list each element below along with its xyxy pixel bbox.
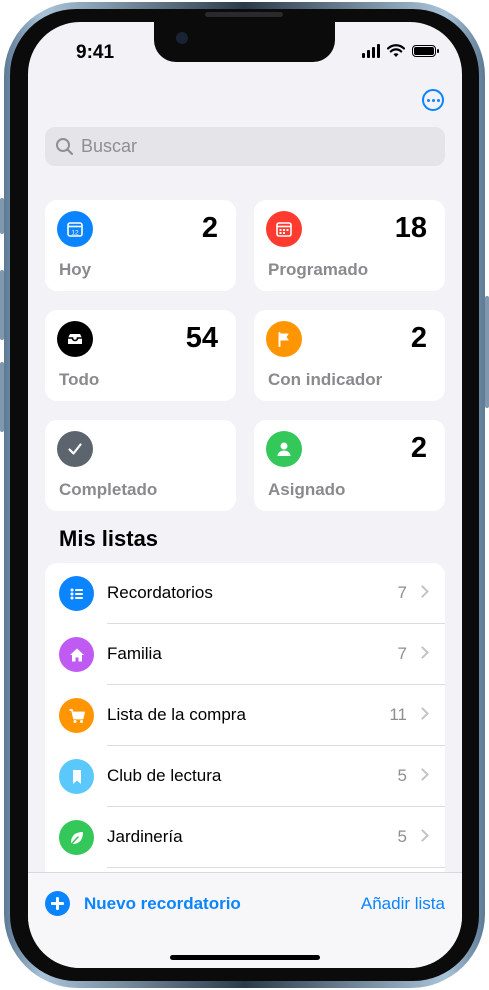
- tray-icon: [57, 321, 93, 357]
- checkmark-icon: [57, 431, 93, 467]
- tile-scheduled[interactable]: 18 Programado: [254, 200, 445, 291]
- home-indicator: [170, 955, 320, 960]
- bottom-toolbar: Nuevo recordatorio Añadir lista: [28, 872, 462, 968]
- list-icon: [59, 576, 94, 611]
- my-lists: Recordatorios 7 Familia 7 Lista de la co…: [45, 563, 445, 893]
- list-name: Club de lectura: [107, 766, 222, 785]
- tile-label: Completado: [59, 480, 158, 499]
- list-item[interactable]: Familia 7: [45, 624, 445, 685]
- tile-label: Hoy: [59, 260, 92, 279]
- cart-icon: [59, 698, 94, 733]
- divider: [107, 867, 445, 868]
- house-icon: [59, 637, 94, 672]
- plus-circle-icon: [45, 891, 70, 916]
- list-item[interactable]: Jardinería 5: [45, 807, 445, 868]
- flag-icon: [266, 321, 302, 357]
- list-count: 5: [397, 766, 407, 785]
- tile-label: Programado: [268, 260, 369, 279]
- chevron-right-icon: [416, 829, 429, 842]
- notch: [154, 22, 335, 62]
- tile-count: 2: [410, 432, 427, 464]
- ellipsis-circle-icon[interactable]: [422, 89, 444, 111]
- chevron-right-icon: [416, 585, 429, 598]
- tile-flagged[interactable]: 2 Con indicador: [254, 310, 445, 401]
- status-icons: [362, 44, 439, 58]
- list-name: Recordatorios: [107, 583, 213, 602]
- list-item[interactable]: Recordatorios 7: [45, 563, 445, 624]
- new-reminder-button[interactable]: Nuevo recordatorio: [45, 891, 241, 916]
- list-name: Lista de la compra: [107, 705, 246, 724]
- status-time: 9:41: [76, 42, 115, 63]
- chevron-right-icon: [416, 768, 429, 781]
- new-reminder-label: Nuevo recordatorio: [84, 893, 241, 913]
- tile-count: 2: [410, 322, 427, 354]
- tile-count: 54: [185, 322, 218, 354]
- tile-assigned[interactable]: 2 Asignado: [254, 420, 445, 511]
- tile-completed[interactable]: Completado: [45, 420, 236, 511]
- search-input[interactable]: [81, 136, 411, 157]
- add-list-button[interactable]: Añadir lista: [361, 894, 445, 914]
- cellular-signal-icon: [362, 44, 380, 58]
- chevron-right-icon: [416, 646, 429, 659]
- tile-label: Todo: [59, 370, 100, 389]
- wifi-icon: [387, 44, 405, 57]
- svg-text:12: 12: [71, 230, 79, 237]
- battery-icon: [412, 45, 439, 57]
- screen: 9:41 12 2 Hoy 18 Programado: [28, 22, 462, 968]
- tile-label: Con indicador: [268, 370, 383, 389]
- bookmark-icon: [59, 759, 94, 794]
- leaf-icon: [59, 820, 94, 855]
- speaker-grille: [205, 12, 283, 17]
- tile-count: 2: [201, 212, 218, 244]
- calendar-icon: [266, 211, 302, 247]
- tile-label: Asignado: [268, 480, 346, 499]
- volume-down-button: [0, 362, 4, 432]
- volume-up-button: [0, 270, 4, 340]
- list-count: 11: [389, 705, 407, 724]
- list-count: 7: [397, 644, 407, 663]
- list-count: 7: [397, 583, 407, 602]
- chevron-right-icon: [416, 707, 429, 720]
- search-icon: [56, 137, 74, 155]
- camera-icon: [176, 32, 188, 44]
- list-name: Familia: [107, 644, 162, 663]
- calendar-today-icon: 12: [57, 211, 93, 247]
- list-name: Jardinería: [107, 827, 183, 846]
- section-title: Mis listas: [59, 526, 159, 551]
- search-bar[interactable]: [45, 127, 445, 166]
- list-count: 5: [397, 827, 407, 846]
- tile-all[interactable]: 54 Todo: [45, 310, 236, 401]
- tile-count: 18: [394, 212, 427, 244]
- list-item[interactable]: Club de lectura 5: [45, 746, 445, 807]
- person-icon: [266, 431, 302, 467]
- silent-switch: [0, 198, 4, 234]
- list-item[interactable]: Lista de la compra 11: [45, 685, 445, 746]
- tile-today[interactable]: 12 2 Hoy: [45, 200, 236, 291]
- power-button: [485, 296, 489, 408]
